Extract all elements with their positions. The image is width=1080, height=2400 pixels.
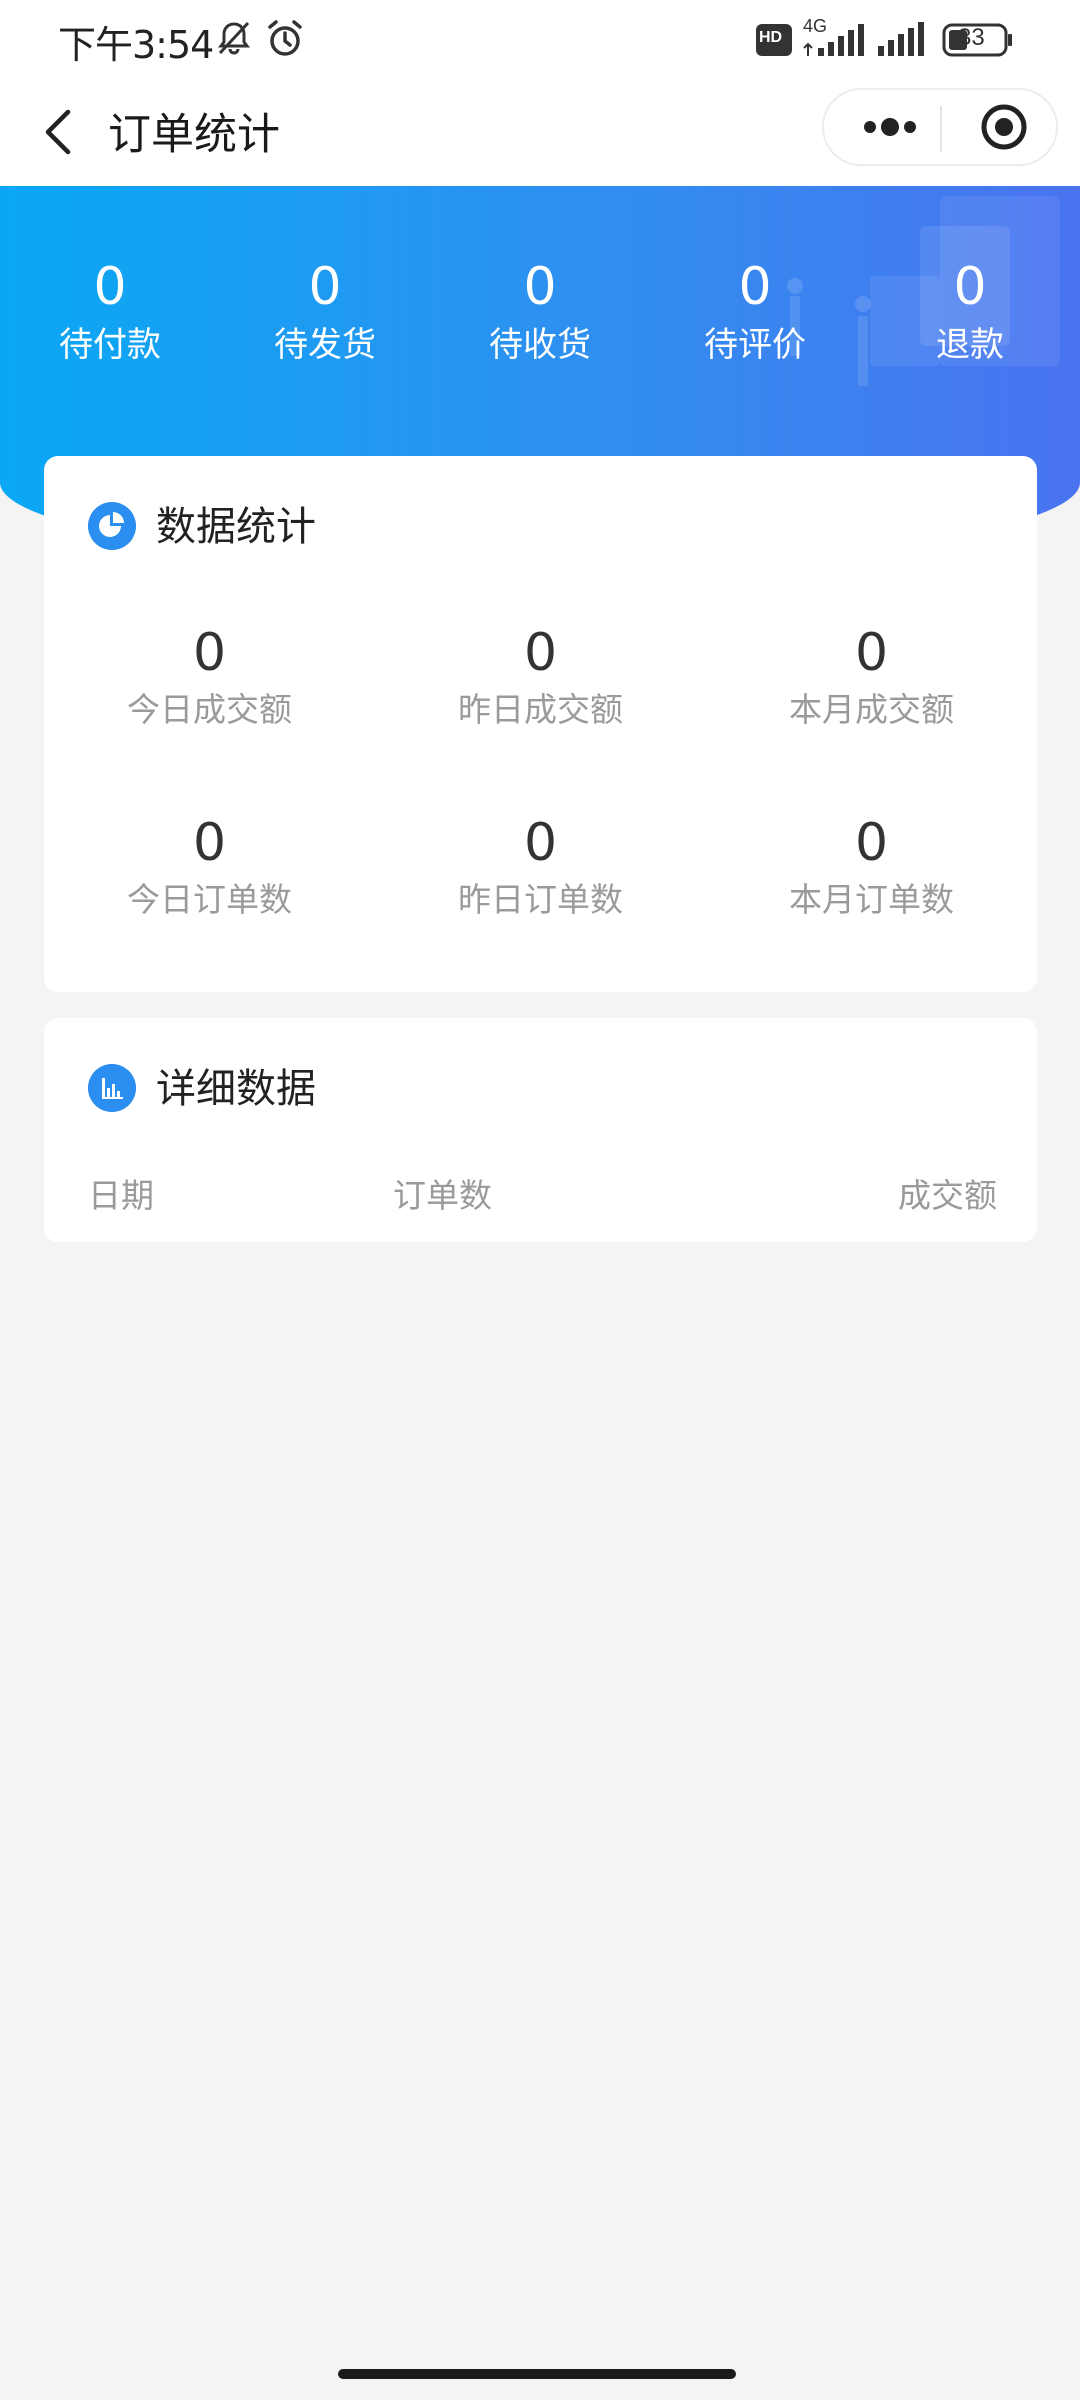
- stat-today-revenue: 0 今日成交额: [44, 622, 375, 732]
- more-icon[interactable]: [844, 90, 936, 164]
- stat-label: 本月成交额: [789, 690, 954, 729]
- page-title: 订单统计: [108, 110, 280, 160]
- hd-badge-label: HD: [759, 29, 783, 46]
- status-label: 待收货: [489, 325, 591, 365]
- detail-card-title: 详细数据: [156, 1066, 316, 1112]
- detail-card: 详细数据 日期 订单数 成交额: [44, 1018, 1037, 1242]
- miniprogram-capsule: [822, 88, 1058, 166]
- status-pending-shipment[interactable]: 0 待发货: [235, 256, 415, 368]
- status-refund[interactable]: 0 退款: [880, 256, 1060, 368]
- stat-month-revenue: 0 本月成交额: [706, 622, 1037, 732]
- stat-value: 0: [192, 623, 227, 683]
- pie-chart-icon: [88, 502, 136, 550]
- stat-value: 0: [523, 623, 558, 683]
- bar-chart-icon: [88, 1064, 136, 1112]
- status-count: 0: [523, 257, 557, 317]
- stat-label: 今日成交额: [127, 690, 292, 729]
- stat-value: 0: [854, 813, 889, 873]
- stat-label: 昨日订单数: [458, 880, 623, 919]
- status-count: 0: [738, 257, 772, 317]
- status-count: 0: [953, 257, 987, 317]
- column-header-revenue: 成交额: [898, 1176, 997, 1215]
- column-header-orders: 订单数: [393, 1176, 492, 1215]
- stat-today-orders: 0 今日订单数: [44, 812, 375, 922]
- stat-month-orders: 0 本月订单数: [706, 812, 1037, 922]
- status-label: 待评价: [704, 325, 806, 365]
- nav-bar: 订单统计: [0, 78, 1080, 186]
- status-time: 下午3:54: [58, 23, 214, 67]
- status-label: 待付款: [59, 325, 161, 365]
- status-count: 0: [308, 257, 342, 317]
- stat-yesterday-orders: 0 昨日订单数: [375, 812, 706, 922]
- status-pending-review[interactable]: 0 待评价: [665, 256, 845, 368]
- close-target-icon[interactable]: [964, 90, 1044, 164]
- stat-value: 0: [854, 623, 889, 683]
- mute-bell-icon: [218, 21, 250, 55]
- stat-label: 今日订单数: [127, 880, 292, 919]
- stats-card-title: 数据统计: [156, 504, 316, 550]
- stat-value: 0: [192, 813, 227, 873]
- signal-icon-1: [803, 24, 864, 56]
- stat-label: 昨日成交额: [458, 690, 623, 729]
- signal-icon-2: [878, 22, 924, 56]
- order-status-row: 0 待付款 0 待发货 0 待收货 0 待评价 0 退款: [0, 256, 1080, 406]
- stat-yesterday-revenue: 0 昨日成交额: [375, 622, 706, 732]
- column-header-date: 日期: [88, 1176, 154, 1215]
- status-label: 退款: [936, 325, 1004, 365]
- home-indicator[interactable]: [338, 2369, 736, 2379]
- stat-value: 0: [523, 813, 558, 873]
- alarm-icon: [268, 20, 302, 56]
- capsule-divider: [940, 106, 942, 152]
- stat-label: 本月订单数: [789, 880, 954, 919]
- status-count: 0: [93, 257, 127, 317]
- stats-card: 数据统计 0 今日成交额 0 昨日成交额 0 本月成交额 0 今日订单数 0 昨…: [44, 456, 1037, 992]
- status-pending-payment[interactable]: 0 待付款: [20, 256, 200, 368]
- back-arrow-icon[interactable]: [30, 102, 90, 162]
- status-bar: 下午3:54 HD 4G 33: [0, 0, 1080, 78]
- status-label: 待发货: [274, 325, 376, 365]
- status-pending-receipt[interactable]: 0 待收货: [450, 256, 630, 368]
- battery-level: 33: [958, 24, 985, 51]
